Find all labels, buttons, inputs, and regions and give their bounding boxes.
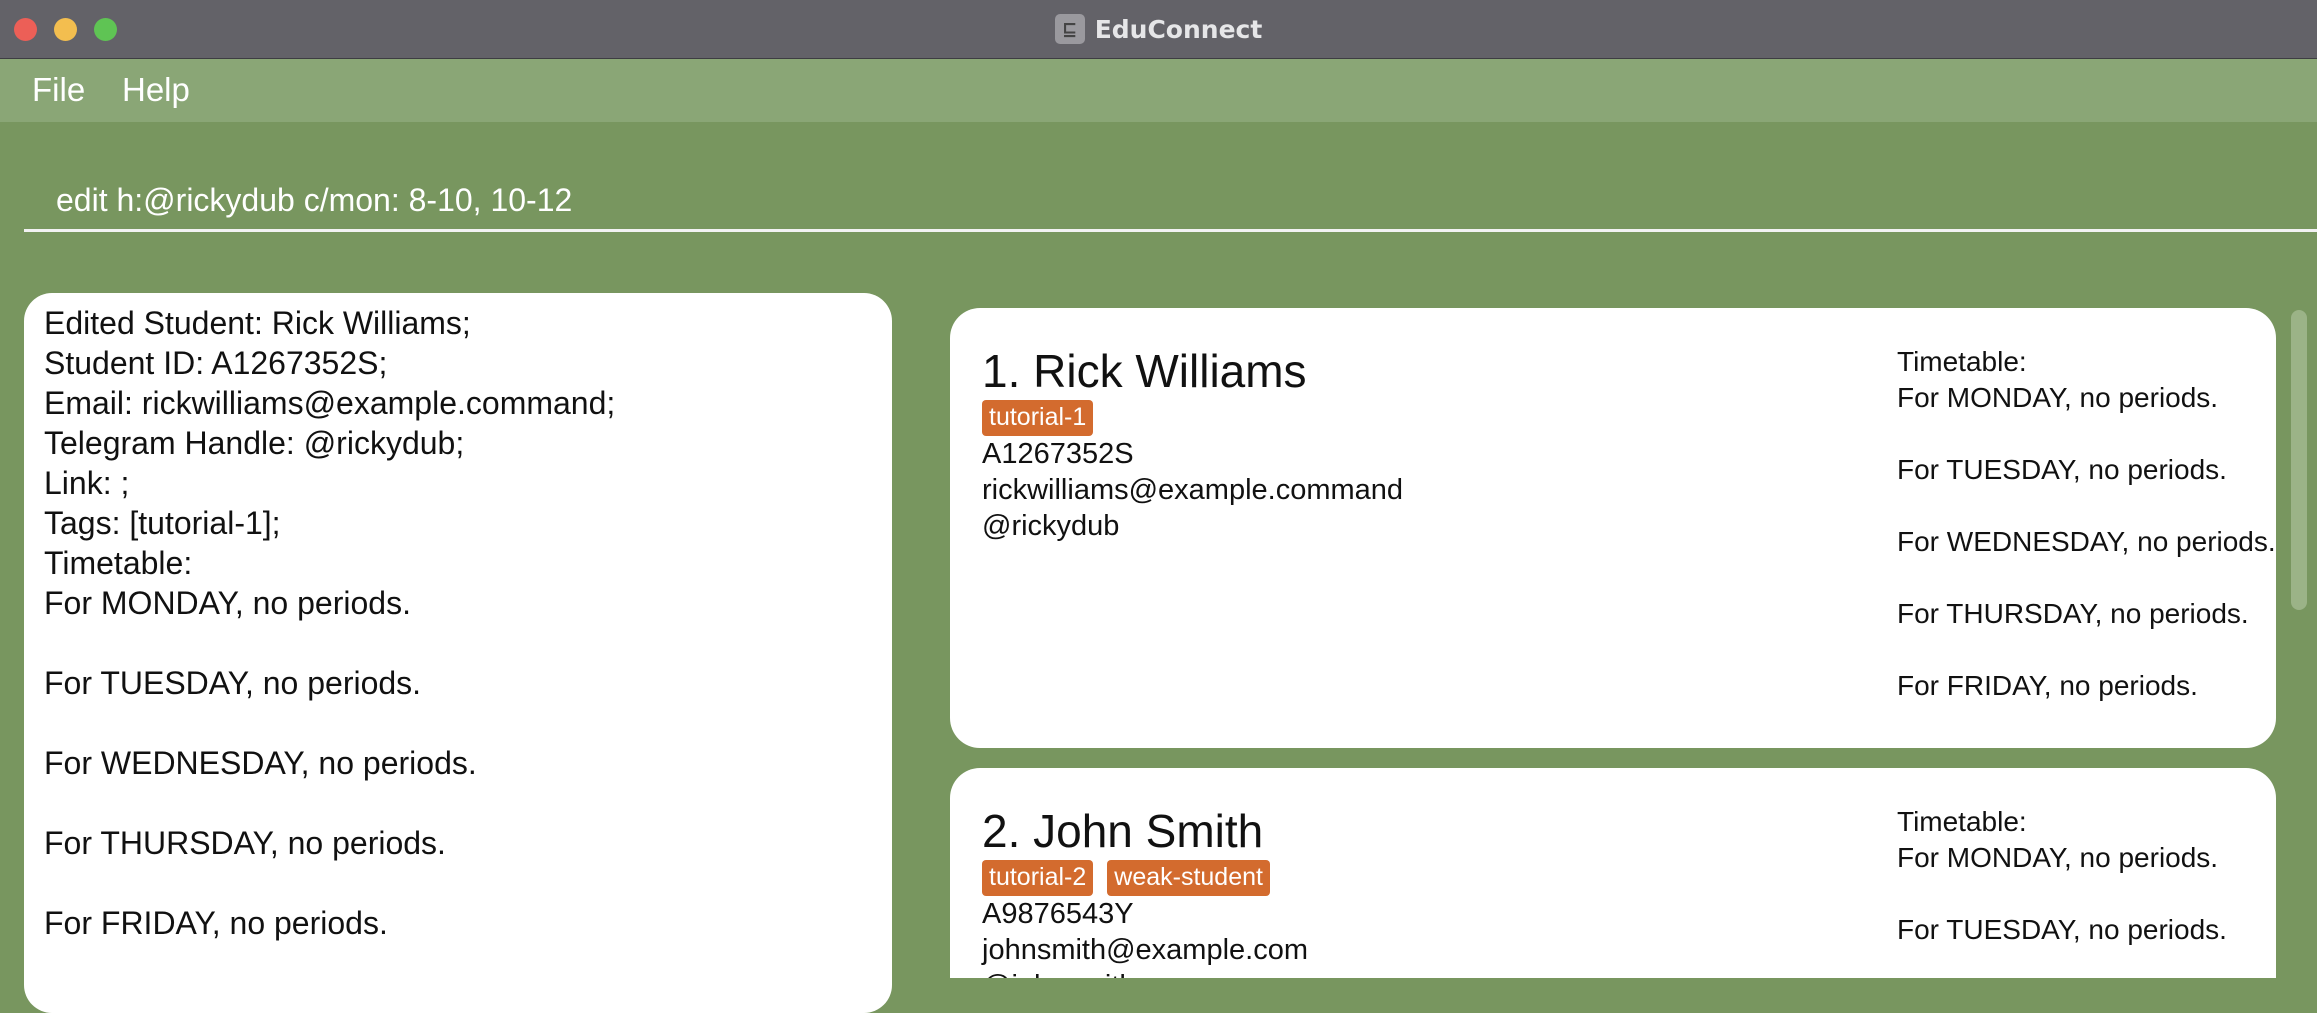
student-handle: @johnsmith [982, 968, 1136, 978]
student-email: johnsmith@example.com [982, 934, 1309, 966]
student-id: A9876543Y [982, 898, 1134, 930]
student-name: 2. John Smith [982, 805, 1264, 857]
tag-badge: tutorial-1 [982, 400, 1094, 436]
timetable-day: For TUESDAY, no periods. [1897, 914, 2227, 945]
result-line: Edited Student: Rick Williams; [44, 305, 471, 341]
timetable-day: For WEDNESDAY, no periods. [1897, 526, 2276, 557]
timetable-day: For MONDAY, no periods. [1897, 842, 2219, 873]
timetable-day: For MONDAY, no periods. [1897, 382, 2219, 413]
result-line: For WEDNESDAY, no periods. [44, 745, 477, 781]
timetable: Timetable: For MONDAY, no periods. For T… [1897, 344, 2276, 740]
tag-badge: tutorial-2 [982, 860, 1094, 896]
result-display: Edited Student: Rick Williams; Student I… [24, 293, 892, 1013]
window-title-bar: ⊑ EduConnect [0, 0, 2317, 59]
list-scrollbar[interactable] [2288, 300, 2310, 978]
help-menu[interactable]: Help [122, 71, 190, 109]
result-line: Timetable: [44, 545, 193, 581]
timetable: Timetable: For MONDAY, no periods. For T… [1897, 804, 2227, 978]
result-line: Link: ; [44, 465, 130, 501]
student-name: 1. Rick Williams [982, 345, 1307, 397]
window-title-group: ⊑ EduConnect [0, 0, 2317, 58]
student-email: rickwilliams@example.command [982, 474, 1404, 506]
student-card[interactable]: 1. Rick Williams tutorial-1 A1267352S ri… [950, 308, 2276, 748]
file-menu[interactable]: File [32, 71, 85, 109]
menu-bar: File Help [0, 59, 2317, 122]
timetable-day: For THURSDAY, no periods. [1897, 598, 2249, 629]
window-title: EduConnect [1094, 14, 1263, 44]
timetable-label: Timetable: [1897, 346, 2027, 377]
result-line: For FRIDAY, no periods. [44, 905, 388, 941]
timetable-label: Timetable: [1897, 806, 2027, 837]
student-list[interactable]: 1. Rick Williams tutorial-1 A1267352S ri… [950, 308, 2276, 978]
result-line: For TUESDAY, no periods. [44, 665, 422, 701]
command-input[interactable] [24, 172, 2317, 232]
tag-list: tutorial-2 weak-student [982, 860, 1270, 896]
educonnect-app-icon: ⊑ [1054, 14, 1085, 44]
result-line: Telegram Handle: @rickydub; [44, 425, 465, 461]
scrollbar-thumb[interactable] [2291, 310, 2307, 610]
timetable-day: For FRIDAY, no periods. [1897, 670, 2198, 701]
result-line: Student ID: A1267352S; [44, 345, 388, 381]
result-line: For MONDAY, no periods. [44, 585, 411, 621]
tag-list: tutorial-1 [982, 400, 1094, 436]
result-line: For THURSDAY, no periods. [44, 825, 446, 861]
student-handle: @rickydub [982, 510, 1120, 542]
tag-badge: weak-student [1107, 860, 1270, 896]
timetable-day: For TUESDAY, no periods. [1897, 454, 2227, 485]
result-line: Tags: [tutorial-1]; [44, 505, 281, 541]
result-line: Email: rickwilliams@example.command; [44, 385, 616, 421]
student-id: A1267352S [982, 438, 1134, 470]
student-card[interactable]: 2. John Smith tutorial-2 weak-student A9… [950, 768, 2276, 978]
